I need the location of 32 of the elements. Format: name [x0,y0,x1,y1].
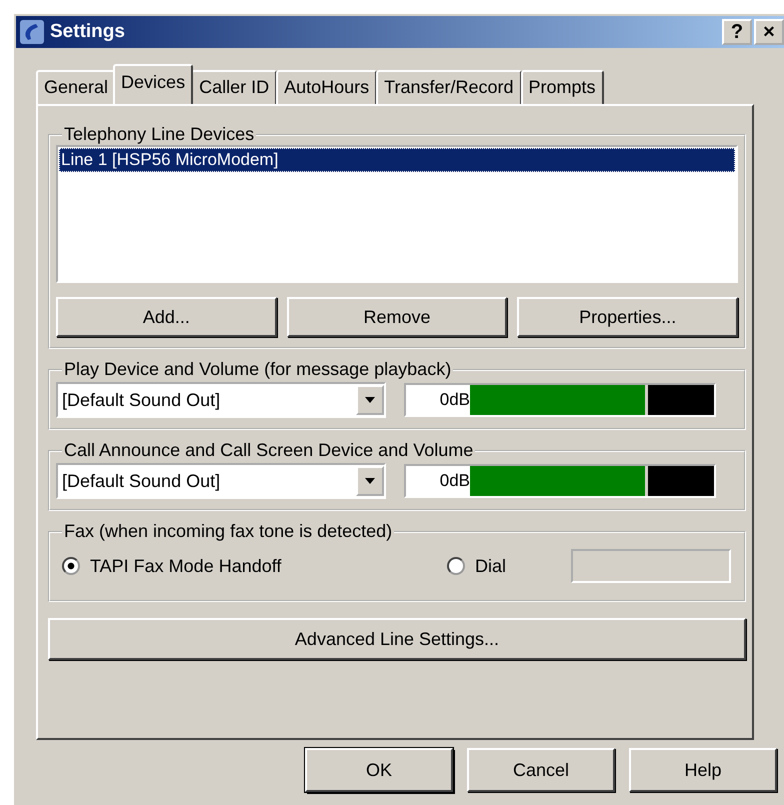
help-button[interactable]: ? [722,19,752,45]
tab[interactable]: Transfer/Record [376,70,522,104]
group-title: Call Announce and Call Screen Device and Volume [63,440,474,461]
radio-button[interactable] [62,557,80,575]
radio-option[interactable]: Dial [447,556,571,576]
dialog-button[interactable]: Cancel [467,748,615,792]
dialog-button[interactable]: OK [305,748,453,792]
volume-reading: 0dB [438,471,470,491]
tab[interactable]: Devices [113,64,194,104]
group-title: Fax (when incoming fax tone is detected) [63,521,394,542]
device-list[interactable]: Line 1 [HSP56 MicroModem] [56,145,738,283]
tab[interactable]: Caller ID [191,70,278,104]
group-title: Play Device and Volume (for message playback) [63,359,452,380]
phone-handset-icon [20,20,44,44]
device-dropdown[interactable]: [Default Sound Out] [56,463,386,499]
device-button[interactable]: Remove [286,297,508,337]
tab[interactable]: AutoHours [276,70,378,104]
close-button[interactable]: × [754,19,784,45]
radio-option[interactable]: TAPI Fax Mode Handoff [62,556,447,576]
volume-reading: 0dB [438,390,470,410]
radio-button[interactable] [447,557,465,575]
device-dropdown[interactable]: [Default Sound Out] [56,382,386,418]
group-title: Telephony Line Devices [63,124,256,145]
volume-slider[interactable]: 0dB [404,383,716,417]
device-button[interactable]: Properties... [517,297,738,337]
advanced-settings-button[interactable]: Advanced Line Settings... [48,618,746,660]
dialog-button[interactable]: Help [629,748,777,792]
window-title: Settings [50,21,126,43]
list-item[interactable]: Line 1 [HSP56 MicroModem] [59,148,735,172]
tab[interactable]: Prompts [520,70,604,104]
device-button[interactable]: Add... [56,297,277,337]
volume-slider[interactable]: 0dB [404,464,716,498]
